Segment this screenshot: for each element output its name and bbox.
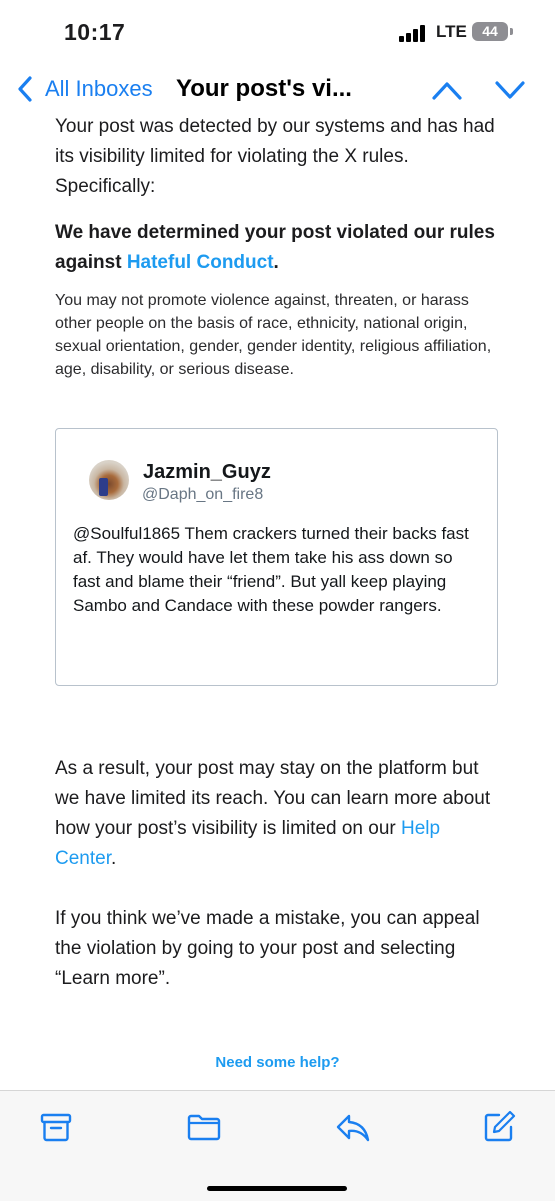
network-type: LTE	[436, 22, 467, 41]
result-period: .	[110, 848, 117, 869]
compose-icon[interactable]	[481, 1109, 517, 1145]
archive-icon[interactable]	[38, 1109, 74, 1145]
email-body[interactable]: Your post was detected by our systems an…	[0, 118, 555, 1088]
appeal-paragraph: If you think we’ve made a mistake, you c…	[55, 908, 480, 989]
post-author-handle: @Daph_on_fire8	[142, 486, 264, 503]
mail-toolbar	[0, 1090, 555, 1201]
post-author-name: Jazmin_Guyz	[143, 461, 271, 483]
status-time: 10:17	[64, 19, 126, 45]
violation-statement: We have determined your post violated ou…	[55, 218, 505, 278]
reply-icon[interactable]	[335, 1109, 371, 1145]
mail-nav-bar: All Inboxes Your post's vi...	[0, 60, 555, 118]
next-message-chevron-down-icon[interactable]	[494, 76, 526, 104]
battery-cap	[510, 28, 513, 35]
violation-statement-period: .	[273, 252, 279, 273]
home-indicator[interactable]	[207, 1186, 347, 1191]
message-subject-title: Your post's vi...	[176, 75, 352, 102]
previous-message-chevron-up-icon[interactable]	[431, 76, 463, 104]
cellular-signal-icon	[399, 24, 431, 42]
battery-level: 44	[482, 23, 498, 39]
chevron-left-icon	[18, 76, 32, 102]
embedded-post-card[interactable]: Jazmin_Guyz @Daph_on_fire8 @Soulful1865 …	[55, 428, 498, 686]
status-bar: 10:17 LTE 44	[0, 0, 555, 60]
battery-icon: 44	[472, 22, 508, 41]
need-help-link[interactable]: Need some help?	[0, 1054, 555, 1071]
post-text: @Soulful1865 Them crackers turned their …	[73, 524, 469, 615]
intro-paragraph: Your post was detected by our systems an…	[55, 118, 495, 197]
policy-description: You may not promote violence against, th…	[55, 292, 492, 378]
folder-icon[interactable]	[186, 1109, 222, 1145]
avatar	[89, 460, 129, 500]
back-button[interactable]: All Inboxes	[16, 74, 153, 104]
result-paragraph: As a result, your post may stay on the p…	[55, 754, 505, 874]
hateful-conduct-link[interactable]: Hateful Conduct	[127, 252, 274, 273]
back-label: All Inboxes	[45, 76, 153, 101]
